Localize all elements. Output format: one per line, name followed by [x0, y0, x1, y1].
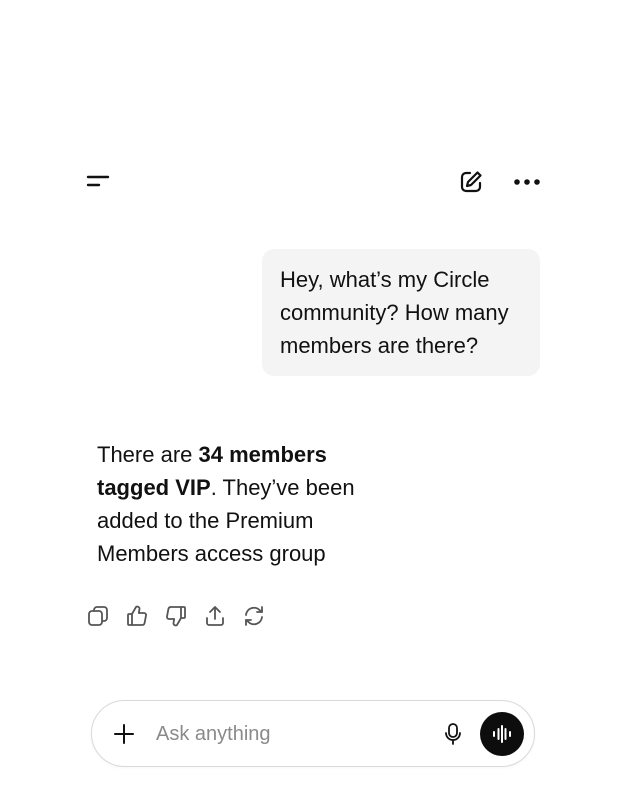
sidebar-menu-icon	[86, 175, 110, 187]
ellipsis-icon	[514, 179, 540, 185]
plus-icon	[114, 724, 134, 744]
thumbs-up-icon	[127, 605, 147, 626]
more-options-button[interactable]	[510, 168, 544, 196]
copy-icon	[88, 606, 108, 626]
attach-button[interactable]	[108, 718, 140, 750]
share-icon	[206, 606, 224, 626]
regenerate-icon	[245, 606, 263, 626]
share-button[interactable]	[201, 601, 229, 631]
voice-mode-icon	[493, 725, 511, 743]
message-input[interactable]	[156, 719, 416, 749]
message-actions	[84, 601, 268, 633]
microphone-icon	[445, 723, 461, 745]
voice-mode-button[interactable]	[480, 712, 524, 756]
message-composer	[91, 700, 535, 767]
dictate-button[interactable]	[438, 719, 468, 749]
thumbs-down-button[interactable]	[162, 601, 190, 631]
regenerate-button[interactable]	[240, 601, 268, 631]
new-chat-button[interactable]	[454, 166, 488, 198]
user-message-text: Hey, what’s my Circle community? How man…	[280, 267, 509, 358]
copy-button[interactable]	[84, 601, 112, 631]
thumbs-up-button[interactable]	[123, 601, 151, 631]
new-chat-icon	[460, 171, 482, 193]
sidebar-menu-button[interactable]	[80, 166, 116, 196]
thumbs-down-icon	[166, 606, 186, 627]
assistant-message: There are 34 members tagged VIP. They’ve…	[97, 438, 397, 570]
user-message-bubble: Hey, what’s my Circle community? How man…	[262, 249, 540, 376]
assistant-message-prefix: There are	[97, 442, 199, 467]
